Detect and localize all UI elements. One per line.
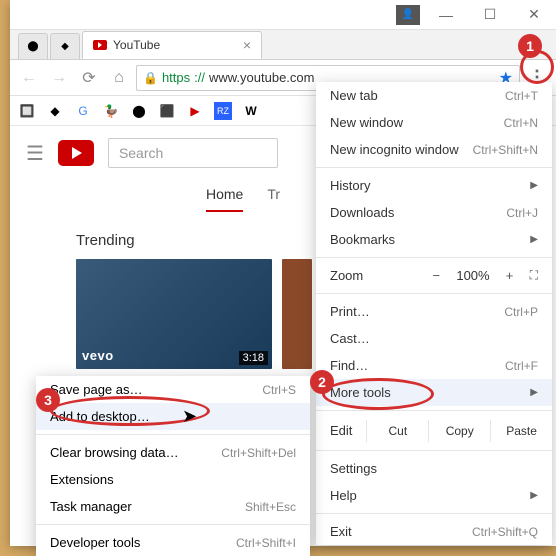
close-window-button[interactable]: ✕ xyxy=(512,0,556,30)
fullscreen-icon[interactable]: ⛶ xyxy=(530,268,538,283)
submenu-clear-data[interactable]: Clear browsing data…Ctrl+Shift+Del xyxy=(36,439,310,466)
search-placeholder: Search xyxy=(119,145,163,161)
tab-title: YouTube xyxy=(113,38,160,52)
cursor-icon: ➤ xyxy=(182,406,197,427)
ext-icon-7[interactable]: ▶ xyxy=(186,102,204,120)
callout-ring-2 xyxy=(322,378,434,410)
menu-zoom: Zoom − 100% + ⛶ xyxy=(316,262,552,289)
ext-icon-9[interactable]: W xyxy=(242,102,260,120)
chevron-right-icon: ▶ xyxy=(530,180,538,191)
ext-icon-3[interactable]: G xyxy=(74,102,92,120)
menu-edit-row: Edit Cut Copy Paste xyxy=(316,415,552,446)
menu-exit[interactable]: ExitCtrl+Shift+Q xyxy=(316,518,552,545)
ext-icon-8[interactable]: RZ xyxy=(214,102,232,120)
menu-downloads[interactable]: DownloadsCtrl+J xyxy=(316,199,552,226)
hamburger-icon[interactable]: ☰ xyxy=(26,141,44,166)
youtube-favicon-icon xyxy=(93,40,107,50)
chrome-main-menu: New tabCtrl+T New windowCtrl+N New incog… xyxy=(316,82,552,545)
search-input[interactable]: Search xyxy=(108,138,278,168)
submenu-dev-tools[interactable]: Developer toolsCtrl+Shift+I xyxy=(36,529,310,556)
tab-close-icon[interactable]: × xyxy=(243,37,251,53)
menu-separator xyxy=(316,257,552,258)
video-duration: 3:18 xyxy=(239,351,268,365)
menu-separator xyxy=(316,167,552,168)
zoom-value: 100% xyxy=(456,268,489,283)
pinned-tab-1[interactable]: ⬤ xyxy=(18,33,48,59)
menu-paste[interactable]: Paste xyxy=(490,420,552,442)
url-host: www.youtube.com xyxy=(209,70,315,85)
pinned-tab-2[interactable]: ◆ xyxy=(50,33,80,59)
tab-strip: ⬤ ◆ YouTube × xyxy=(10,30,556,60)
url-scheme: https xyxy=(162,70,190,85)
ext-icon-6[interactable]: ⬛ xyxy=(158,102,176,120)
ext-icon-1[interactable]: 🔲 xyxy=(18,102,36,120)
video-thumbnail xyxy=(282,259,312,369)
chevron-right-icon: ▶ xyxy=(530,234,538,245)
menu-separator xyxy=(316,410,552,411)
menu-help[interactable]: Help▶ xyxy=(316,482,552,509)
reload-button[interactable]: ⟳ xyxy=(76,65,102,91)
menu-separator xyxy=(36,434,310,435)
callout-2: 2 xyxy=(310,370,334,394)
ext-icon-5[interactable]: ⬤ xyxy=(130,102,148,120)
video-thumbnail: vevo 3:18 xyxy=(76,259,272,369)
menu-new-tab[interactable]: New tabCtrl+T xyxy=(316,82,552,109)
menu-settings[interactable]: Settings xyxy=(316,455,552,482)
menu-find[interactable]: Find…Ctrl+F xyxy=(316,352,552,379)
menu-history[interactable]: History▶ xyxy=(316,172,552,199)
home-button[interactable]: ⌂ xyxy=(106,65,132,91)
back-button[interactable]: ← xyxy=(16,65,42,91)
menu-copy[interactable]: Copy xyxy=(428,420,490,442)
menu-incognito[interactable]: New incognito windowCtrl+Shift+N xyxy=(316,136,552,163)
menu-separator xyxy=(316,293,552,294)
vevo-badge: vevo xyxy=(82,348,114,363)
ext-icon-2[interactable]: ◆ xyxy=(46,102,64,120)
menu-print[interactable]: Print…Ctrl+P xyxy=(316,298,552,325)
profile-icon[interactable]: 👤 xyxy=(396,5,420,25)
zoom-in-button[interactable]: + xyxy=(500,268,520,283)
menu-cut[interactable]: Cut xyxy=(366,420,428,442)
callout-3: 3 xyxy=(36,388,60,412)
menu-separator xyxy=(316,513,552,514)
tab-home[interactable]: Home xyxy=(206,186,243,212)
forward-button[interactable]: → xyxy=(46,65,72,91)
chevron-right-icon: ▶ xyxy=(530,387,538,398)
maximize-button[interactable]: ☐ xyxy=(468,0,512,30)
tab-youtube[interactable]: YouTube × xyxy=(82,31,262,59)
menu-separator xyxy=(36,524,310,525)
menu-bookmarks[interactable]: Bookmarks▶ xyxy=(316,226,552,253)
callout-1: 1 xyxy=(518,34,542,58)
minimize-button[interactable]: — xyxy=(424,0,468,30)
menu-new-window[interactable]: New windowCtrl+N xyxy=(316,109,552,136)
submenu-extensions[interactable]: Extensions xyxy=(36,466,310,493)
menu-separator xyxy=(316,450,552,451)
tab-trending[interactable]: Tr xyxy=(267,186,280,212)
submenu-task-manager[interactable]: Task managerShift+Esc xyxy=(36,493,310,520)
lock-icon: 🔒 xyxy=(143,71,158,85)
zoom-out-button[interactable]: − xyxy=(426,268,446,283)
menu-cast[interactable]: Cast… xyxy=(316,325,552,352)
youtube-logo-icon[interactable] xyxy=(58,140,94,166)
chevron-right-icon: ▶ xyxy=(530,490,538,501)
ext-icon-4[interactable]: 🦆 xyxy=(102,102,120,120)
